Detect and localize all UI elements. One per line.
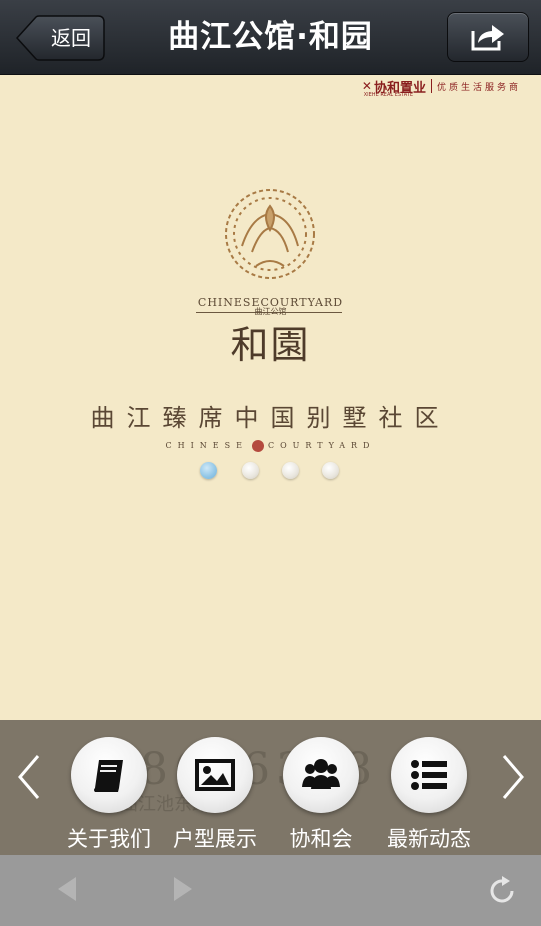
menu-item-club[interactable]: 协和会 (266, 737, 376, 852)
carousel-dot[interactable] (200, 462, 217, 479)
brand-logo-icon: ✕ (361, 79, 372, 93)
chevron-right-icon (502, 755, 524, 799)
carousel-dot[interactable] (322, 462, 339, 479)
page-title: 曲江公馆·和园 (168, 19, 373, 55)
back-button-label: 返回 (51, 26, 91, 50)
phoenix-emblem-icon (225, 189, 315, 279)
carousel-dot[interactable] (282, 462, 299, 479)
menu-item-club-label: 协和会 (289, 827, 353, 851)
refresh-icon[interactable] (488, 875, 518, 905)
brand-slogan: 优质生活服务商 (436, 82, 521, 93)
book-icon (94, 760, 123, 792)
menu-item-news-label: 最新动态 (387, 827, 471, 851)
tagline-english-right: COURTYARD (267, 441, 376, 450)
menu-item-about-label: 关于我们 (67, 827, 151, 851)
browser-toolbar (0, 855, 541, 926)
menu-item-news-circle (391, 737, 467, 813)
brand-divider (430, 79, 432, 93)
menu-item-about-circle (71, 737, 147, 813)
carousel-dot[interactable] (242, 462, 259, 479)
navigation-bar: 返回 曲江公馆·和园 (0, 0, 541, 75)
share-button[interactable] (447, 12, 529, 62)
hero-tagline-english: CHINESE COURTYARD (0, 440, 541, 452)
menu-item-news[interactable]: 最新动态 (374, 737, 484, 852)
back-button[interactable]: 返回 (16, 15, 105, 61)
seal-icon (251, 440, 264, 452)
back-arrow-icon[interactable] (56, 875, 78, 903)
group-icon (302, 759, 340, 789)
forward-arrow-icon[interactable] (172, 875, 194, 903)
hero-tagline: 曲江臻席中国别墅社区 (90, 404, 451, 432)
list-icon (411, 760, 447, 790)
menu-item-about[interactable]: 关于我们 (54, 737, 164, 852)
hero-chinese-title: 和園 (230, 323, 311, 367)
menu-item-floorplans-circle (177, 737, 253, 813)
share-icon (471, 25, 504, 51)
image-icon (195, 759, 235, 791)
menu-item-floorplans[interactable]: 户型展示 (160, 737, 270, 852)
brand-english: XIEHE REAL ESTATE (363, 92, 413, 98)
chevron-left-icon (18, 755, 40, 799)
menu-item-floorplans-label: 户型展示 (173, 827, 257, 851)
tagline-english-left: CHINESE (165, 441, 248, 450)
carousel-indicator (200, 462, 345, 482)
menu-next-arrow[interactable] (498, 752, 528, 802)
menu-prev-arrow[interactable] (14, 752, 44, 802)
menu-item-club-circle (283, 737, 359, 813)
